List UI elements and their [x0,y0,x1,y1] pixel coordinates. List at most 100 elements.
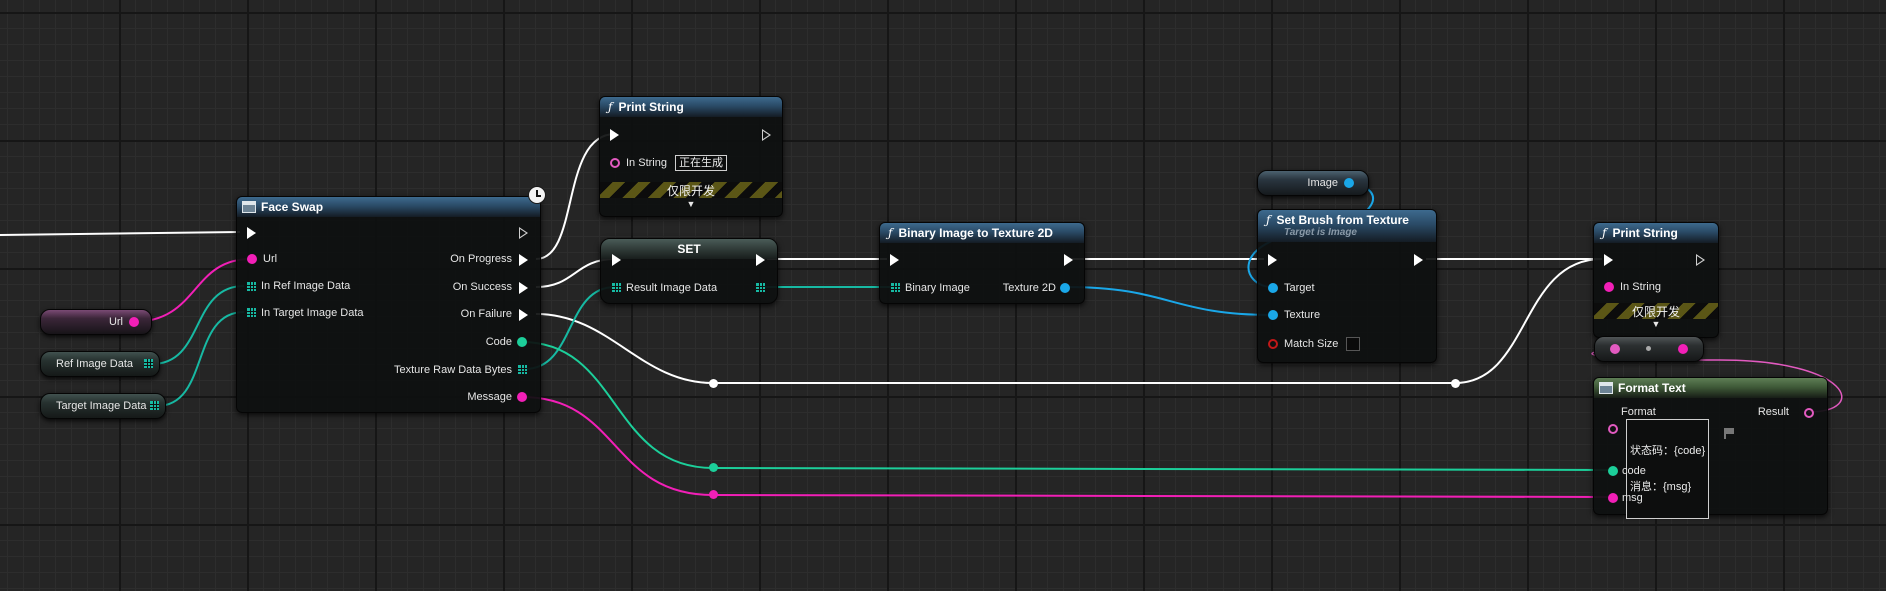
face-swap-then-out[interactable] [519,227,528,239]
format-text-code-label: code [1622,465,1646,477]
set-node-exec-out[interactable] [756,254,765,266]
set-brush-exec-out[interactable] [1414,254,1423,266]
face-swap-message-pin[interactable] [517,392,527,402]
set-node-result-label: Result Image Data [626,282,718,294]
binary-image-to-texture-exec-out[interactable] [1064,254,1073,266]
match-size-checkbox[interactable] [1346,337,1360,351]
set-node[interactable]: SET Result Image Data [600,238,778,304]
format-text-result-pin[interactable] [1804,408,1814,418]
binary-image-to-texture-header[interactable]: ƒ Binary Image to Texture 2D [880,223,1084,243]
print-string-1-exec-out[interactable] [762,129,771,141]
set-brush-target-pin[interactable] [1268,283,1278,293]
set-node-result-pin[interactable] [612,283,621,292]
face-swap-title: Face Swap [261,200,324,214]
format-text-code-pin[interactable] [1608,466,1618,476]
set-node-exec-in[interactable] [612,254,621,266]
set-brush-texture-label: Texture [1284,309,1321,321]
face-swap-on-success-label: On Success [452,281,512,293]
flag-icon[interactable] [1724,428,1734,439]
print-string-2-exec-in[interactable] [1604,254,1613,266]
face-swap-code-pin[interactable] [517,337,527,347]
format-text-node[interactable]: Format Text Format 状态码：{code} 消息：{msg} R… [1593,377,1828,519]
set-node-result-out-pin[interactable] [756,283,765,292]
code-wire [521,341,1610,471]
node-icon [242,201,256,213]
ref-image-data-variable-node[interactable]: Ref Image Data [40,351,160,377]
face-swap-raw-bytes-pin[interactable] [518,365,527,374]
face-swap-target-pin[interactable] [247,308,256,317]
chevron-down-icon[interactable]: ▼ [1594,319,1718,329]
print-string-2-header[interactable]: ƒ Print String [1594,223,1718,243]
target-image-data-variable-pin[interactable] [150,401,159,410]
binary-image-to-texture-node[interactable]: ƒ Binary Image to Texture 2D Binary Image… [879,222,1085,304]
binary-image-to-texture-exec-in[interactable] [890,254,899,266]
face-swap-raw-bytes-label: Texture Raw Data Bytes [394,364,512,376]
set-brush-match-size-pin[interactable] [1268,339,1278,349]
target-image-data-variable-node[interactable]: Target Image Data [40,393,166,419]
print-string-1-in-string-input[interactable]: 正在生成 [675,155,727,171]
reroute-exec-left[interactable] [709,379,718,388]
function-icon: ƒ [1266,213,1271,227]
face-swap-exec-in[interactable] [247,227,256,239]
print-string-2-dev-only-label: 仅限开发 [1631,305,1680,319]
face-swap-on-success-pin[interactable] [519,282,528,294]
set-brush-title: Set Brush from Texture [1276,213,1409,227]
print-string-1-exec-in[interactable] [610,129,619,141]
print-string-2-exec-out[interactable] [1696,254,1705,266]
face-swap-on-failure-pin[interactable] [519,309,528,321]
conversion-output-pin[interactable] [1678,344,1688,354]
format-text-msg-pin[interactable] [1608,493,1618,503]
face-swap-target-label: In Target Image Data [261,307,364,319]
reroute-code[interactable] [709,463,718,472]
target-image-data-variable-label: Target Image Data [56,400,147,412]
format-text-format-pin[interactable] [1608,424,1618,434]
print-string-1-in-string-pin[interactable] [610,158,620,168]
binary-image-pin[interactable] [891,283,900,292]
text-to-string-conversion-node[interactable] [1594,336,1704,362]
format-line-1: 状态码：{code} [1630,445,1706,457]
print-string-node-2[interactable]: ƒ Print String In String 仅限开发 ▼ [1593,222,1719,338]
conversion-input-pin[interactable] [1610,344,1620,354]
clock-icon [528,186,546,204]
set-brush-target-label: Target [1284,282,1315,294]
face-swap-node[interactable]: Face Swap Url In Ref Image Data In Targe… [236,186,546,413]
reroute-exec-right[interactable] [1451,379,1460,388]
face-swap-header[interactable]: Face Swap [237,197,540,217]
conversion-dot-icon [1646,346,1651,351]
ref-image-data-variable-label: Ref Image Data [56,358,134,370]
node-icon [1599,382,1613,394]
format-text-header[interactable]: Format Text [1594,378,1827,398]
ref-image-data-variable-pin[interactable] [144,359,153,368]
print-string-node-1[interactable]: ƒ Print String In String 正在生成 仅限开发 ▼ [599,96,783,217]
set-brush-header[interactable]: ƒ Set Brush from Texture Target is Image [1258,210,1436,242]
face-swap-on-progress-pin[interactable] [519,254,528,266]
print-string-2-in-string-label: In String [1620,281,1661,293]
texture-2d-pin[interactable] [1060,283,1070,293]
set-brush-from-texture-node[interactable]: ƒ Set Brush from Texture Target is Image … [1257,209,1437,363]
set-node-header[interactable]: SET [601,239,777,259]
format-text-msg-label: msg [1622,492,1643,504]
texture-2d-label: Texture 2D [1002,282,1056,294]
print-string-1-title: Print String [618,100,684,114]
print-string-1-header[interactable]: ƒ Print String [600,97,782,117]
print-string-2-title: Print String [1612,226,1678,240]
url-variable-label: Url [108,316,123,328]
reroute-msg[interactable] [709,490,718,499]
face-swap-url-pin[interactable] [247,254,257,264]
url-variable-pin[interactable] [129,317,139,327]
print-string-1-in-string-label: In String [626,157,667,169]
print-string-2-in-string-pin[interactable] [1604,282,1614,292]
face-swap-on-failure-label: On Failure [460,308,512,320]
face-swap-ref-pin[interactable] [247,282,256,291]
exec-wire-entry [0,231,241,236]
url-variable-node[interactable]: Url [40,309,152,335]
set-brush-exec-in[interactable] [1268,254,1277,266]
face-swap-ref-label: In Ref Image Data [261,280,351,292]
image-variable-node[interactable]: Image [1257,170,1369,196]
face-swap-on-progress-label: On Progress [450,253,512,265]
message-wire [521,396,1610,498]
set-brush-texture-pin[interactable] [1268,310,1278,320]
chevron-down-icon[interactable]: ▼ [600,199,782,209]
set-node-title: SET [677,242,701,256]
image-variable-pin[interactable] [1344,178,1354,188]
